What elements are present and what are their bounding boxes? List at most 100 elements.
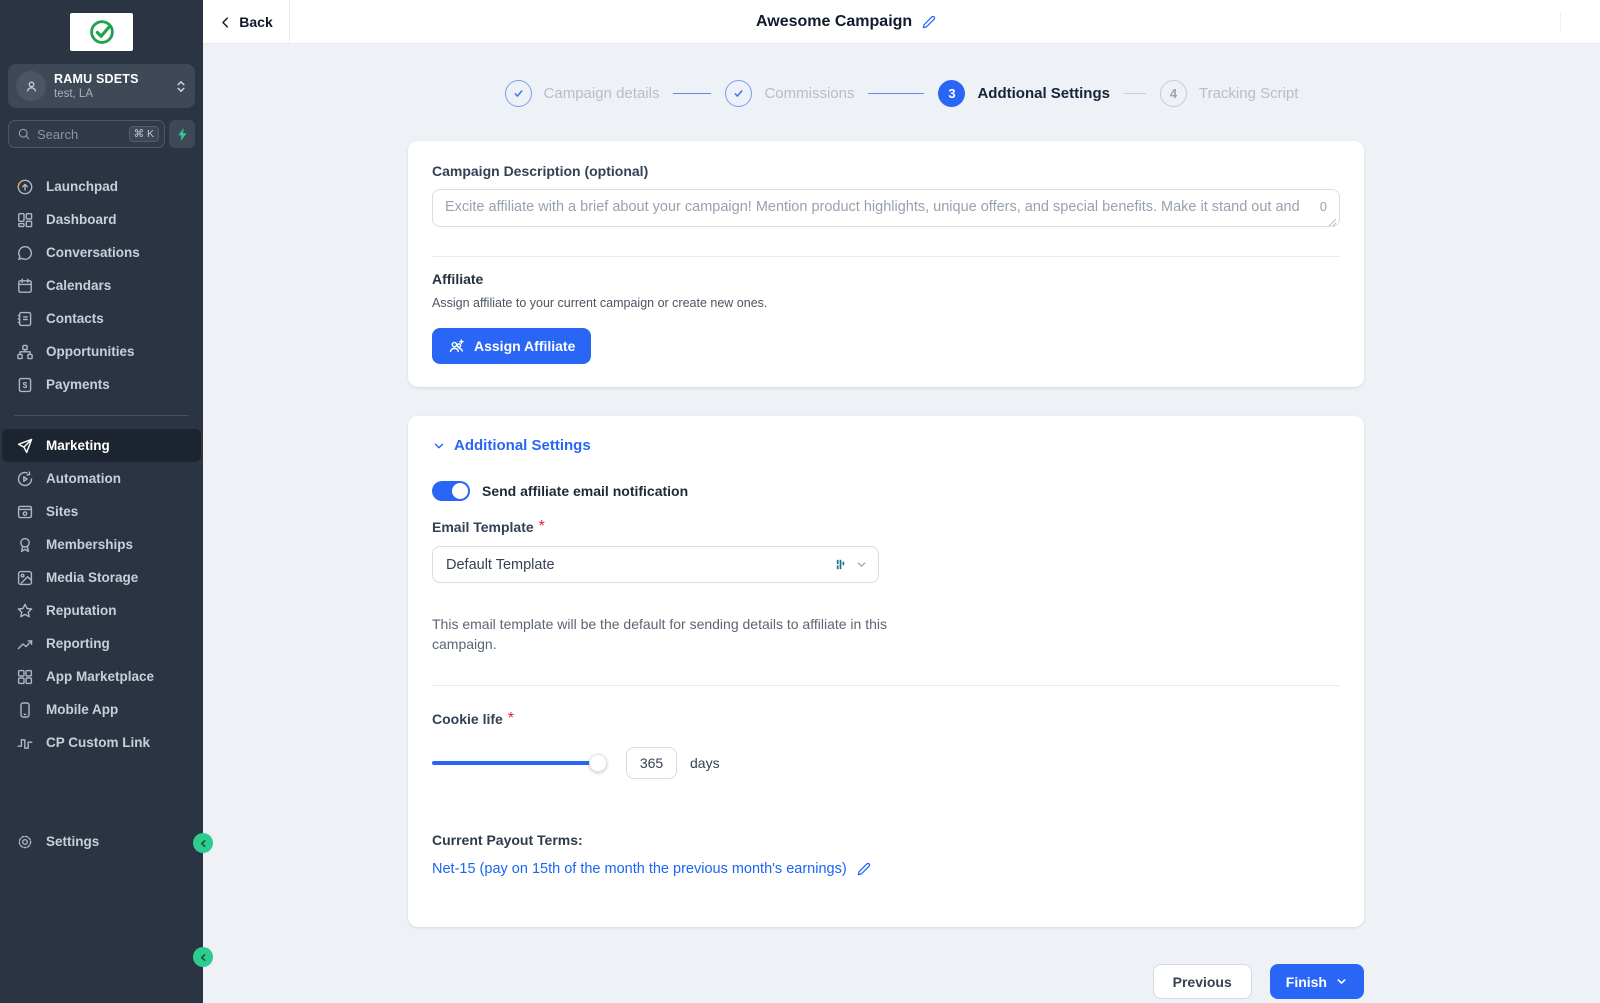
chevron-left-icon <box>198 952 209 963</box>
sidebar-item-label: Reputation <box>46 603 117 618</box>
chevron-left-icon <box>198 838 209 849</box>
medal-icon <box>16 536 34 554</box>
description-textarea[interactable] <box>432 189 1340 227</box>
topbar-divider <box>1560 12 1561 32</box>
edit-title-pencil-icon[interactable] <box>921 15 936 30</box>
gear-icon <box>16 833 34 851</box>
sidebar-nav-secondary: Marketing Automation Sites Memberships M… <box>0 429 203 759</box>
step-number: 4 <box>1159 80 1187 107</box>
grid-icon <box>16 668 34 686</box>
sidebar-item-label: Dashboard <box>46 212 117 227</box>
back-button[interactable]: Back <box>203 0 290 44</box>
edit-payout-pencil-icon[interactable] <box>856 862 871 877</box>
step-label: Addtional Settings <box>977 85 1110 102</box>
sidebar-divider <box>14 415 189 416</box>
affiliate-heading: Affiliate <box>432 271 484 287</box>
description-label: Campaign Description (optional) <box>432 163 649 179</box>
chevron-left-icon <box>219 16 232 29</box>
additional-settings-heading: Additional Settings <box>454 437 591 454</box>
sidebar-item-label: CP Custom Link <box>46 735 151 750</box>
step-commissions[interactable]: Commissions <box>725 80 854 107</box>
help-widget-button[interactable] <box>193 947 213 967</box>
sidebar-item-sites[interactable]: Sites <box>0 495 203 528</box>
sidebar-item-label: Media Storage <box>46 570 139 585</box>
page-title: Awesome Campaign <box>756 13 913 30</box>
campaign-description-card: Campaign Description (optional) 0 Affili… <box>408 141 1364 387</box>
sidebar-item-reputation[interactable]: Reputation <box>0 594 203 627</box>
search-shortcut-badge: ⌘ K <box>128 126 159 142</box>
sidebar-item-label: Sites <box>46 504 79 519</box>
previous-button[interactable]: Previous <box>1152 964 1252 999</box>
sidebar-item-label: Contacts <box>46 311 104 326</box>
finish-label: Finish <box>1285 973 1327 990</box>
sidebar-item-marketing[interactable]: Marketing <box>2 429 201 462</box>
required-marker: * <box>538 518 545 535</box>
cookie-life-unit: days <box>690 755 720 771</box>
payout-terms-label: Current Payout Terms: <box>432 832 583 848</box>
payout-terms-link[interactable]: Net-15 (pay on 15th of the month the pre… <box>432 861 847 877</box>
sidebar-item-media-storage[interactable]: Media Storage <box>0 561 203 594</box>
payments-icon: $ <box>16 376 34 394</box>
additional-settings-collapse[interactable]: Additional Settings <box>432 437 1340 454</box>
sidebar-item-calendars[interactable]: Calendars <box>0 269 203 302</box>
paper-plane-icon <box>16 437 34 455</box>
email-notification-toggle[interactable] <box>432 481 470 501</box>
sidebar-item-dashboard[interactable]: Dashboard <box>0 203 203 236</box>
user-avatar <box>16 71 46 101</box>
sidebar-item-label: Mobile App <box>46 702 119 717</box>
email-template-value: Default Template <box>446 556 555 573</box>
custom-values-icon[interactable] <box>833 557 848 572</box>
email-notification-label: Send affiliate email notification <box>482 483 689 499</box>
sidebar-item-settings[interactable]: Settings <box>0 825 203 858</box>
affiliate-help-text: Assign affiliate to your current campaig… <box>432 296 768 310</box>
user-add-icon <box>448 338 465 355</box>
assign-affiliate-label: Assign Affiliate <box>474 338 576 354</box>
sidebar-item-contacts[interactable]: Contacts <box>0 302 203 335</box>
step-campaign-details[interactable]: Campaign details <box>504 80 659 107</box>
opportunities-icon <box>16 343 34 361</box>
step-check-icon <box>504 80 532 107</box>
quick-actions-button[interactable] <box>169 120 195 148</box>
sidebar-item-label: App Marketplace <box>46 669 155 684</box>
sidebar-item-app-marketplace[interactable]: App Marketplace <box>0 660 203 693</box>
additional-settings-card: Additional Settings Send affiliate email… <box>408 416 1364 927</box>
finish-button[interactable]: Finish <box>1269 964 1364 999</box>
step-check-icon <box>725 80 753 107</box>
cookie-life-input[interactable] <box>626 747 677 779</box>
sidebar-collapse-button[interactable] <box>193 833 213 853</box>
sidebar-item-automation[interactable]: Automation <box>0 462 203 495</box>
sidebar-item-opportunities[interactable]: Opportunities <box>0 335 203 368</box>
step-connector <box>868 93 925 94</box>
cookie-life-slider[interactable] <box>432 754 607 772</box>
step-additional-settings[interactable]: 3 Addtional Settings <box>938 80 1110 107</box>
card-divider <box>432 685 1340 686</box>
sidebar-item-conversations[interactable]: Conversations <box>0 236 203 269</box>
browser-window-icon <box>16 503 34 521</box>
sidebar-item-reporting[interactable]: Reporting <box>0 627 203 660</box>
step-tracking-script[interactable]: 4 Tracking Script <box>1159 80 1298 107</box>
card-divider <box>432 256 1340 257</box>
sidebar-item-label: Memberships <box>46 537 134 552</box>
chevron-down-icon <box>432 439 446 453</box>
wizard-footer: Previous Finish <box>408 964 1364 999</box>
account-switcher[interactable]: RAMU SDETS test, LA <box>8 64 195 108</box>
email-template-label: Email Template <box>432 519 534 535</box>
sidebar-item-label: Opportunities <box>46 344 135 359</box>
sidebar-item-mobile-app[interactable]: Mobile App <box>0 693 203 726</box>
automation-play-icon <box>16 470 34 488</box>
assign-affiliate-button[interactable]: Assign Affiliate <box>432 328 592 364</box>
chevron-down-icon <box>1335 975 1348 988</box>
slider-thumb[interactable] <box>589 754 607 772</box>
sidebar-item-launchpad[interactable]: Launchpad <box>0 170 203 203</box>
email-template-select[interactable]: Default Template <box>432 546 879 583</box>
sidebar-item-label: Conversations <box>46 245 140 260</box>
sidebar-item-payments[interactable]: $ Payments <box>0 368 203 401</box>
resize-grip-icon[interactable] <box>1328 218 1337 227</box>
phone-icon <box>16 701 34 719</box>
sidebar-item-label: Settings <box>46 834 100 849</box>
sidebar-item-label: Marketing <box>46 438 110 453</box>
sidebar-item-memberships[interactable]: Memberships <box>0 528 203 561</box>
pulse-icon <box>16 734 34 752</box>
sidebar-item-cp-custom-link[interactable]: CP Custom Link <box>0 726 203 759</box>
search-input[interactable]: Search ⌘ K <box>8 120 165 148</box>
